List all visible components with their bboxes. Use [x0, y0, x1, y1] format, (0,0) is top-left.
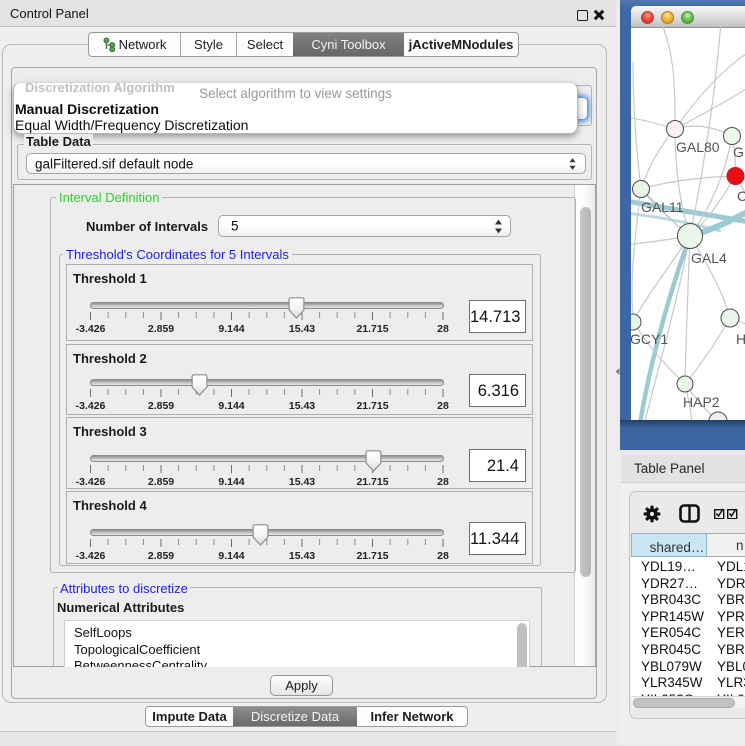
svg-text:GAL4: GAL4: [691, 250, 727, 266]
svg-text:GAL11: GAL11: [641, 199, 684, 215]
svg-text:H: H: [736, 331, 745, 347]
svg-text:C: C: [737, 188, 745, 204]
svg-text:GAL80: GAL80: [676, 139, 720, 155]
svg-text:GCY1: GCY1: [631, 331, 668, 347]
svg-text:HAP2: HAP2: [683, 394, 720, 410]
svg-text:G.: G.: [733, 144, 745, 160]
